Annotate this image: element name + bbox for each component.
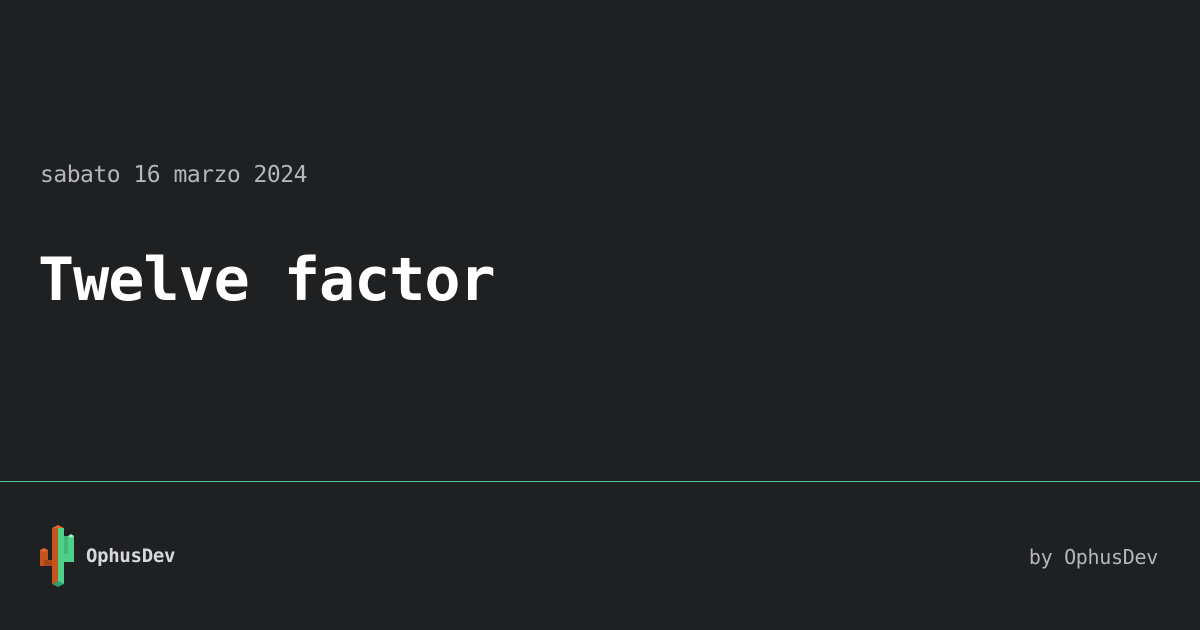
post-date: sabato 16 marzo 2024 [40,162,307,188]
footer-brand[interactable]: OphusDev [40,524,175,588]
post-title: Twelve factor [38,245,496,315]
footer-divider [0,481,1200,482]
author-byline: by OphusDev [1028,545,1158,569]
cactus-pixel-logo-icon [40,525,74,587]
brand-name[interactable]: OphusDev [86,545,175,567]
